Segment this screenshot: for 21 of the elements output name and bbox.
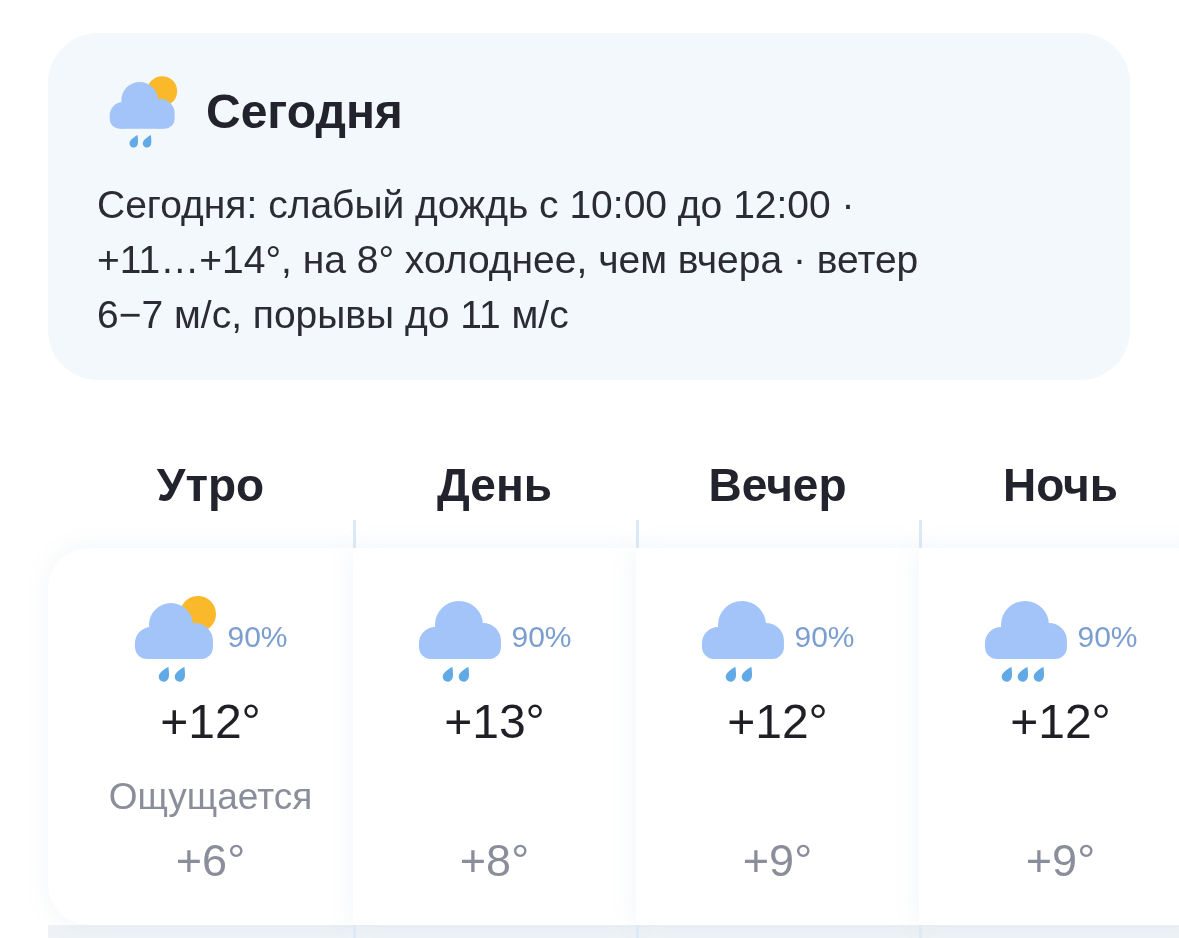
temperature: +12° <box>160 694 261 750</box>
feels-like-temperature: +8° <box>459 834 530 888</box>
today-summary: Сегодня: слабый дождь с 10:00 до 12:00 · +11…+14°, на 8° холоднее, чем вчера · ветер 6−7 м/с, порывы до 11 м/с <box>97 182 920 338</box>
precipitation-chance: 90% <box>511 619 572 655</box>
temperature: +13° <box>444 694 545 750</box>
period-label: Вечер <box>708 458 847 512</box>
period-label: День <box>437 458 552 512</box>
feels-like-temperature: +6° <box>175 834 246 888</box>
precipitation-chance: 90% <box>227 619 288 655</box>
period-label: Утро <box>156 458 265 512</box>
temperature: +12° <box>1010 694 1111 750</box>
feels-like-temperature: +9° <box>1025 834 1096 888</box>
precipitation-chance: 90% <box>794 619 855 655</box>
cloud-sun-rain-icon <box>108 75 178 149</box>
feels-like-label: Ощущается <box>108 775 313 819</box>
temperature: +12° <box>727 694 828 750</box>
period-label: Ночь <box>1002 458 1119 512</box>
today-title: Сегодня <box>206 84 403 140</box>
cloud-sun-rain-icon <box>133 595 218 683</box>
feels-like-temperature: +9° <box>742 834 813 888</box>
precipitation-chance: 90% <box>1077 619 1138 655</box>
